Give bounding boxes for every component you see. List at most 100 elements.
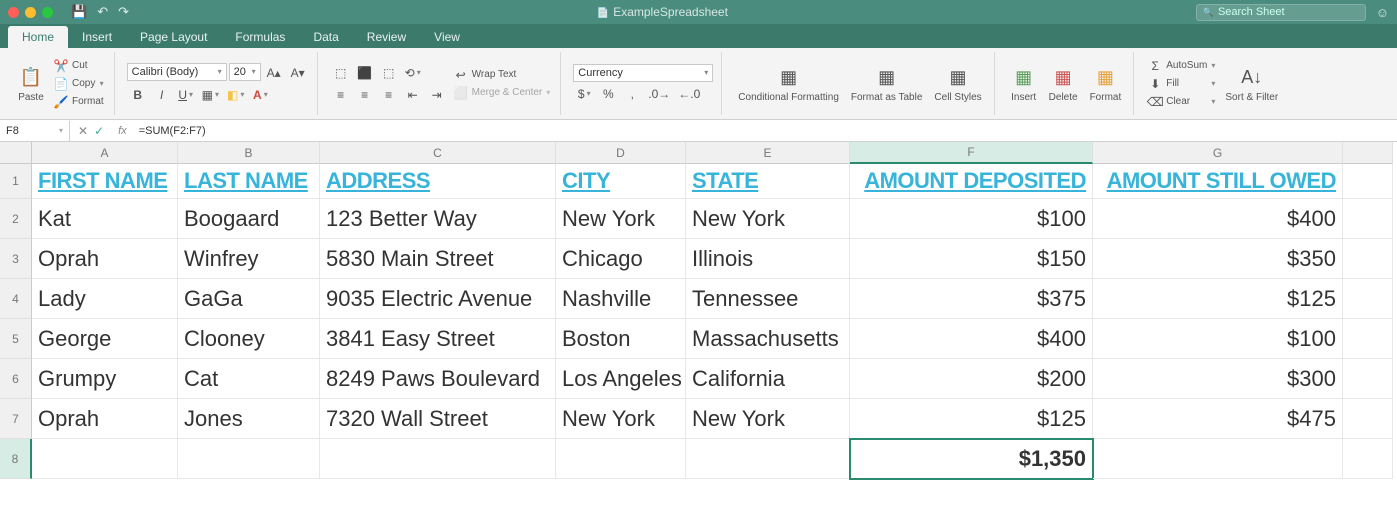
tab-data[interactable]: Data [299,26,352,48]
cell-G5[interactable]: $100 [1093,319,1343,359]
font-color-button[interactable]: A▾ [249,85,271,105]
tab-home[interactable]: Home [8,26,68,48]
fill-color-button[interactable]: ◧▾ [224,85,247,105]
cell-stub[interactable] [1343,359,1393,399]
cell-E8[interactable] [686,439,850,479]
header-cell-A[interactable]: FIRST NAME [32,164,178,199]
cell-stub[interactable] [1343,239,1393,279]
cell-stub[interactable] [1343,164,1393,199]
format-painter-button[interactable]: 🖌️Format [52,94,106,110]
cell-E2[interactable]: New York [686,199,850,239]
column-header-B[interactable]: B [178,142,320,164]
feedback-icon[interactable]: ☺ [1376,5,1389,20]
cell-D3[interactable]: Chicago [556,239,686,279]
increase-decimal-button[interactable]: .0→ [645,84,673,104]
save-icon[interactable]: 💾 [71,4,87,20]
cell-E6[interactable]: California [686,359,850,399]
cell-A6[interactable]: Grumpy [32,359,178,399]
row-header-4[interactable]: 4 [0,279,32,319]
cell-B2[interactable]: Boogaard [178,199,320,239]
formula-input[interactable]: =SUM(F2:F7) [133,125,1397,137]
cell-A7[interactable]: Oprah [32,399,178,439]
cell-stub[interactable] [1343,399,1393,439]
cell-B3[interactable]: Winfrey [178,239,320,279]
cell-C8[interactable] [320,439,556,479]
tab-formulas[interactable]: Formulas [221,26,299,48]
cell-B7[interactable]: Jones [178,399,320,439]
row-header-1[interactable]: 1 [0,164,32,199]
tab-page-layout[interactable]: Page Layout [126,26,221,48]
underline-button[interactable]: U▾ [175,85,197,105]
orientation-button[interactable]: ⟲▾ [402,63,424,83]
copy-button[interactable]: 📄Copy▾ [52,76,106,92]
percent-button[interactable]: % [597,84,619,104]
cell-D7[interactable]: New York [556,399,686,439]
font-name-select[interactable]: Calibri (Body)▾ [127,63,227,81]
cell-D5[interactable]: Boston [556,319,686,359]
column-header-F[interactable]: F [850,142,1093,164]
decrease-font-button[interactable]: A▾ [287,63,309,83]
cell-B6[interactable]: Cat [178,359,320,399]
number-format-select[interactable]: Currency▾ [573,64,713,82]
cell-G6[interactable]: $300 [1093,359,1343,399]
align-middle-button[interactable]: ⬛ [354,63,376,83]
select-all-corner[interactable] [0,142,32,164]
conditional-formatting-button[interactable]: ▦Conditional Formatting [734,62,843,105]
cell-F5[interactable]: $400 [850,319,1093,359]
cell-B5[interactable]: Clooney [178,319,320,359]
paste-button[interactable]: 📋Paste [14,62,48,105]
cell-D2[interactable]: New York [556,199,686,239]
align-left-button[interactable]: ≡ [330,85,352,105]
header-cell-D[interactable]: CITY [556,164,686,199]
tab-insert[interactable]: Insert [68,26,126,48]
cell-D4[interactable]: Nashville [556,279,686,319]
cell-E5[interactable]: Massachusetts [686,319,850,359]
cell-F8[interactable]: $1,350 [850,439,1093,479]
header-cell-B[interactable]: LAST NAME [178,164,320,199]
cell-A5[interactable]: George [32,319,178,359]
bold-button[interactable]: B [127,85,149,105]
cell-E7[interactable]: New York [686,399,850,439]
decrease-decimal-button[interactable]: ←.0 [675,84,703,104]
cell-D8[interactable] [556,439,686,479]
align-top-button[interactable]: ⬚ [330,63,352,83]
insert-cells-button[interactable]: ▦Insert [1007,62,1041,105]
cell-F6[interactable]: $200 [850,359,1093,399]
redo-icon[interactable]: ↷ [118,4,129,20]
cell-A4[interactable]: Lady [32,279,178,319]
align-bottom-button[interactable]: ⬚ [378,63,400,83]
cell-A2[interactable]: Kat [32,199,178,239]
cell-F2[interactable]: $100 [850,199,1093,239]
search-sheet-input[interactable]: Search Sheet [1196,4,1366,21]
cell-C7[interactable]: 7320 Wall Street [320,399,556,439]
tab-view[interactable]: View [420,26,474,48]
cut-button[interactable]: ✂️Cut [52,58,106,74]
merge-center-button[interactable]: ⬜Merge & Center▾ [452,85,553,101]
cell-A8[interactable] [32,439,178,479]
cell-C4[interactable]: 9035 Electric Avenue [320,279,556,319]
cell-C5[interactable]: 3841 Easy Street [320,319,556,359]
column-header-E[interactable]: E [686,142,850,164]
column-header-C[interactable]: C [320,142,556,164]
cell-stub[interactable] [1343,439,1393,479]
undo-icon[interactable]: ↶ [97,4,108,20]
column-header-stub[interactable] [1343,142,1393,164]
cell-stub[interactable] [1343,279,1393,319]
header-cell-F[interactable]: AMOUNT DEPOSITED [850,164,1093,199]
comma-button[interactable]: , [621,84,643,104]
cell-C2[interactable]: 123 Better Way [320,199,556,239]
increase-font-button[interactable]: A▴ [263,63,285,83]
row-header-8[interactable]: 8 [0,439,32,479]
border-button[interactable]: ▦▾ [199,85,222,105]
format-as-table-button[interactable]: ▦Format as Table [847,62,927,105]
cell-F7[interactable]: $125 [850,399,1093,439]
row-header-6[interactable]: 6 [0,359,32,399]
sort-filter-button[interactable]: A↓Sort & Filter [1221,62,1282,105]
cell-B8[interactable] [178,439,320,479]
fill-button[interactable]: ⬇Fill▾ [1146,76,1217,92]
cell-C6[interactable]: 8249 Paws Boulevard [320,359,556,399]
cell-F4[interactable]: $375 [850,279,1093,319]
column-header-A[interactable]: A [32,142,178,164]
align-center-button[interactable]: ≡ [354,85,376,105]
cell-stub[interactable] [1343,319,1393,359]
